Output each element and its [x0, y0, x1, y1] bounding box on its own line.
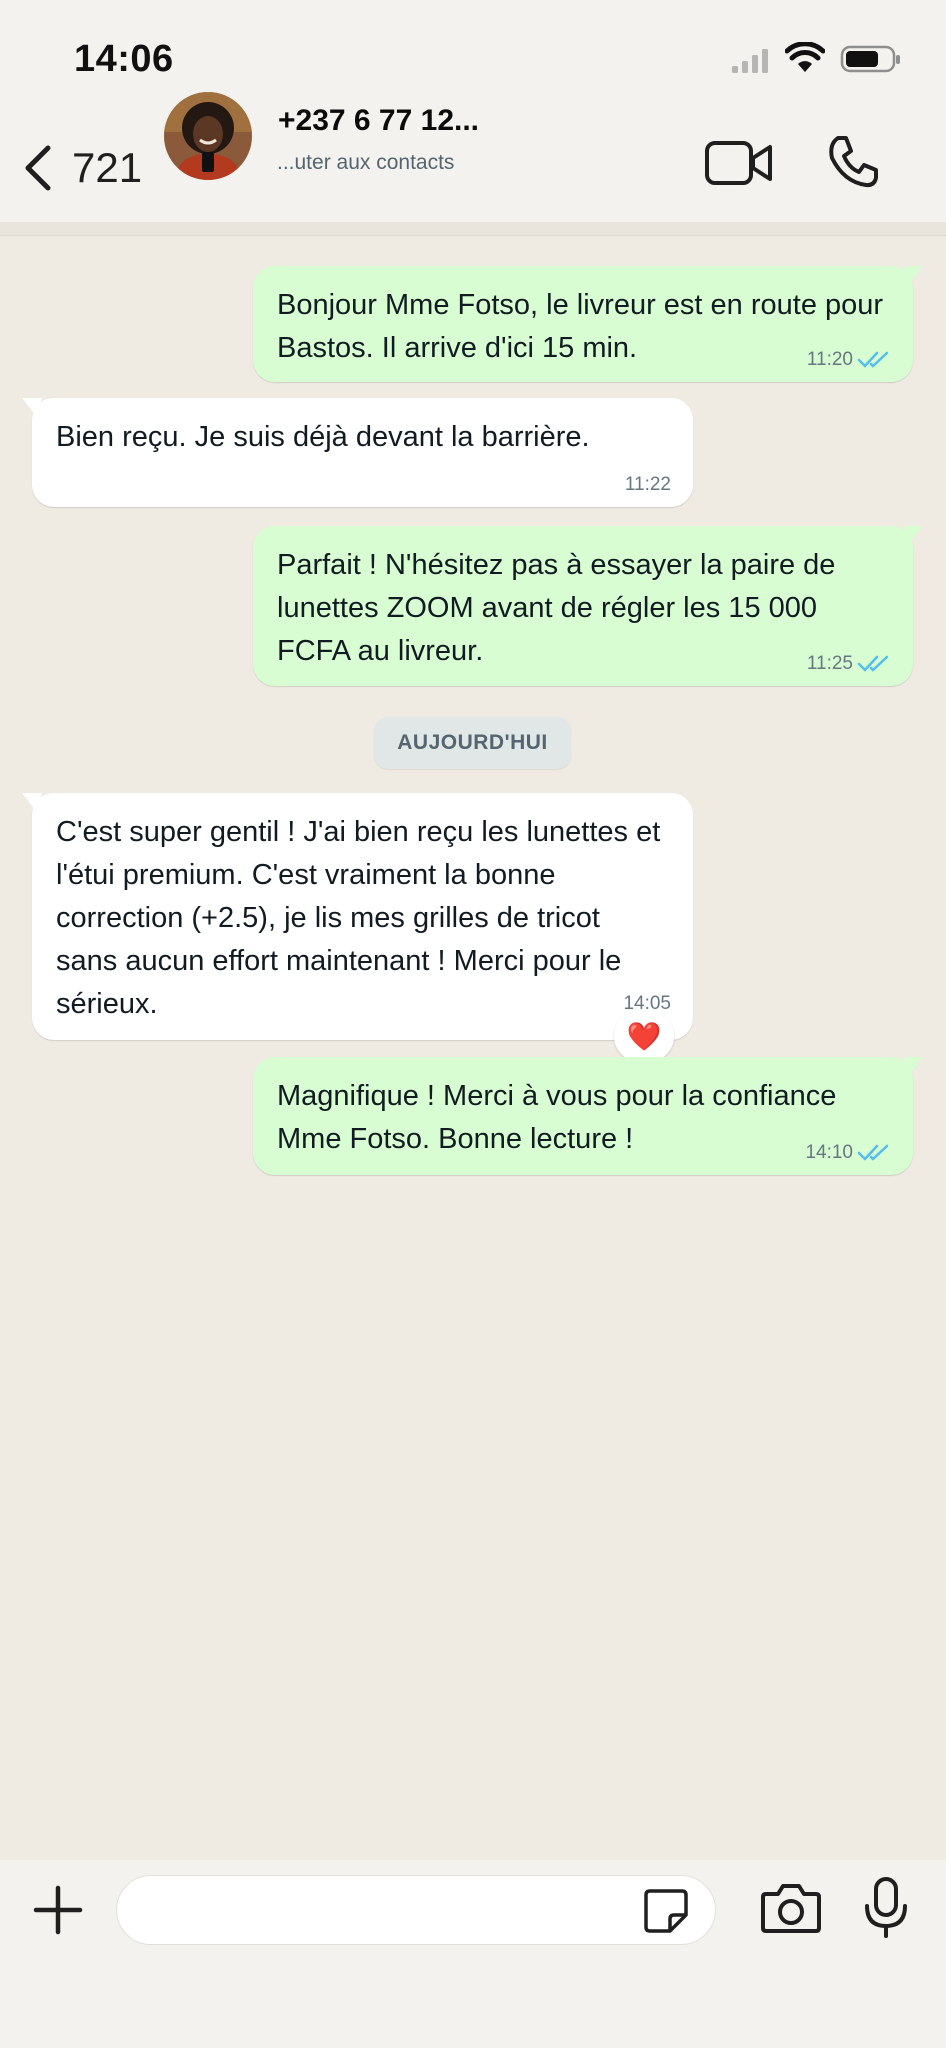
- video-call-icon[interactable]: [704, 138, 774, 188]
- incoming-message[interactable]: C'est super gentil ! J'ai bien reçu les …: [22, 793, 693, 1040]
- sticker-icon[interactable]: [642, 1887, 690, 1935]
- bubble-tail: [22, 398, 42, 416]
- date-separator: AUJOURD'HUI: [374, 717, 571, 769]
- status-time: 14:06: [74, 38, 174, 72]
- chat-header: 14:06 721 +237 6 77 12... ...uter aux co…: [0, 0, 946, 222]
- bubble-tail: [903, 526, 923, 544]
- read-receipt-icon: [857, 655, 889, 672]
- message-text: C'est super gentil ! J'ai bien reçu les …: [56, 816, 661, 1020]
- message-time: 11:22: [624, 474, 671, 495]
- message-meta: 11:25: [807, 652, 891, 676]
- message-text: Bonjour Mme Fotso, le livreur est en rou…: [277, 289, 884, 364]
- outgoing-message[interactable]: Magnifique ! Merci à vous pour la confia…: [253, 1057, 923, 1175]
- message-meta: 11:22: [625, 473, 671, 497]
- wifi-icon: [785, 42, 825, 72]
- message-input[interactable]: [116, 1875, 716, 1945]
- message-meta: 11:20: [807, 348, 891, 372]
- message-text: Bien reçu. Je suis déjà devant la barriè…: [56, 421, 590, 453]
- message-text: Parfait ! N'hésitez pas à essayer la pai…: [277, 549, 836, 667]
- bubble-tail: [903, 266, 923, 284]
- read-receipt-icon: [857, 1144, 889, 1161]
- reaction-emoji: ❤️: [626, 1020, 662, 1052]
- voice-call-icon[interactable]: [824, 134, 880, 190]
- bubble-tail: [22, 793, 42, 811]
- bubble-tail: [903, 1057, 923, 1075]
- outgoing-message[interactable]: Bonjour Mme Fotso, le livreur est en rou…: [253, 266, 923, 382]
- incoming-message[interactable]: Bien reçu. Je suis déjà devant la barriè…: [22, 398, 693, 507]
- message-meta: 14:10: [805, 1141, 891, 1165]
- outgoing-message[interactable]: Parfait ! N'hésitez pas à essayer la pai…: [253, 526, 923, 686]
- microphone-icon[interactable]: [862, 1876, 910, 1940]
- back-unread-count[interactable]: 721: [72, 142, 142, 194]
- message-time: 11:25: [806, 653, 853, 674]
- battery-icon: [840, 45, 900, 73]
- message-text: Magnifique ! Merci à vous pour la confia…: [277, 1080, 837, 1155]
- contact-avatar[interactable]: [164, 92, 252, 180]
- camera-icon[interactable]: [760, 1880, 822, 1936]
- back-chevron-icon[interactable]: [18, 142, 58, 194]
- header-divider: [0, 222, 946, 236]
- read-receipt-icon: [857, 351, 889, 368]
- heart-reaction[interactable]: ❤️: [614, 1010, 674, 1062]
- message-time: 14:10: [805, 1142, 853, 1163]
- cellular-signal-icon: [732, 49, 768, 73]
- message-time: 11:20: [806, 349, 853, 370]
- plus-icon[interactable]: [32, 1884, 84, 1936]
- contact-name[interactable]: +237 6 77 12...: [278, 104, 479, 138]
- add-to-contacts-link[interactable]: ...uter aux contacts: [277, 151, 454, 175]
